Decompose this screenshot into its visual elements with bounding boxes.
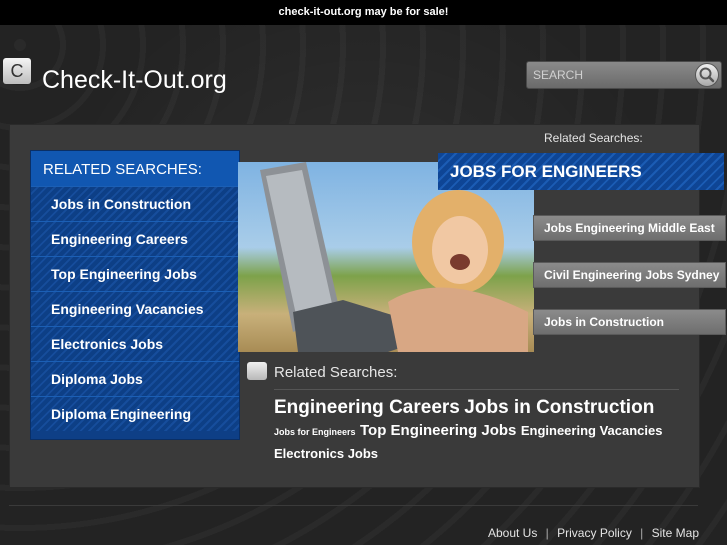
site-title[interactable]: Check-It-Out.org bbox=[42, 66, 227, 95]
jobs-for-engineers-heading[interactable]: JOBS FOR ENGINEERS bbox=[438, 153, 724, 190]
jobs-link[interactable]: Civil Engineering Jobs Sydney bbox=[533, 262, 726, 288]
search-input[interactable] bbox=[531, 64, 695, 86]
logo-letter: C bbox=[10, 61, 24, 81]
related-link-label[interactable]: Diploma Engineering bbox=[51, 397, 191, 431]
related-link-label[interactable]: Diploma Jobs bbox=[51, 362, 143, 396]
related-searches-top-label: Related Searches: bbox=[544, 131, 643, 145]
jobs-link-label[interactable]: Jobs in Construction bbox=[544, 310, 664, 334]
tag-link[interactable]: Jobs in Construction bbox=[464, 397, 654, 418]
tag-link[interactable]: Top Engineering Jobs bbox=[360, 422, 516, 439]
divider bbox=[274, 389, 679, 390]
tag-link[interactable]: Engineering Vacancies bbox=[521, 423, 663, 438]
jobs-link[interactable]: Jobs in Construction bbox=[533, 309, 726, 335]
related-link-label[interactable]: Jobs in Construction bbox=[51, 187, 191, 221]
domain-sale-text[interactable]: check-it-out.org may be for sale! bbox=[279, 6, 449, 18]
related-link[interactable]: Top Engineering Jobs bbox=[31, 256, 239, 291]
jobs-link-label[interactable]: Jobs Engineering Middle East bbox=[544, 216, 715, 240]
related-link[interactable]: Engineering Careers bbox=[31, 221, 239, 256]
site-logo-icon[interactable]: C bbox=[3, 58, 31, 84]
tag-link[interactable]: Engineering Careers bbox=[274, 397, 460, 418]
related-link[interactable]: Diploma Engineering bbox=[31, 396, 239, 431]
related-link[interactable]: Engineering Vacancies bbox=[31, 291, 239, 326]
search-button[interactable] bbox=[695, 63, 719, 87]
domain-sale-banner[interactable]: check-it-out.org may be for sale! bbox=[0, 0, 727, 25]
related-searches-heading: RELATED SEARCHES: bbox=[31, 151, 239, 186]
jobs-heading-label[interactable]: JOBS FOR ENGINEERS bbox=[450, 153, 642, 191]
search-box bbox=[526, 61, 722, 89]
tag-cloud: Engineering Careers Jobs in Construction… bbox=[274, 397, 669, 465]
related-searches-box: RELATED SEARCHES: Jobs in Construction E… bbox=[30, 150, 240, 440]
about-us-link[interactable]: About Us bbox=[488, 526, 537, 540]
tag-link[interactable]: Jobs for Engineers bbox=[274, 427, 356, 437]
related-link-label[interactable]: Top Engineering Jobs bbox=[51, 257, 197, 291]
footer-links: About Us | Privacy Policy | Site Map bbox=[488, 526, 699, 540]
related-searches-label: Related Searches: bbox=[274, 364, 398, 381]
related-link-label[interactable]: Engineering Vacancies bbox=[51, 292, 204, 326]
related-link-label[interactable]: Engineering Careers bbox=[51, 222, 188, 256]
search-icon bbox=[699, 67, 715, 83]
site-map-link[interactable]: Site Map bbox=[652, 526, 699, 540]
jobs-link[interactable]: Jobs Engineering Middle East bbox=[533, 215, 726, 241]
related-link-label[interactable]: Electronics Jobs bbox=[51, 327, 163, 361]
jobs-link-label[interactable]: Civil Engineering Jobs Sydney bbox=[544, 263, 719, 287]
related-link[interactable]: Electronics Jobs bbox=[31, 326, 239, 361]
footer-separator: | bbox=[545, 526, 549, 540]
related-link[interactable]: Diploma Jobs bbox=[31, 361, 239, 396]
tag-link[interactable]: Electronics Jobs bbox=[274, 446, 378, 461]
footer-separator: | bbox=[640, 526, 644, 540]
speech-bubble-icon bbox=[247, 362, 267, 380]
related-link[interactable]: Jobs in Construction bbox=[31, 186, 239, 221]
footer-divider bbox=[9, 505, 698, 506]
privacy-policy-link[interactable]: Privacy Policy bbox=[557, 526, 632, 540]
